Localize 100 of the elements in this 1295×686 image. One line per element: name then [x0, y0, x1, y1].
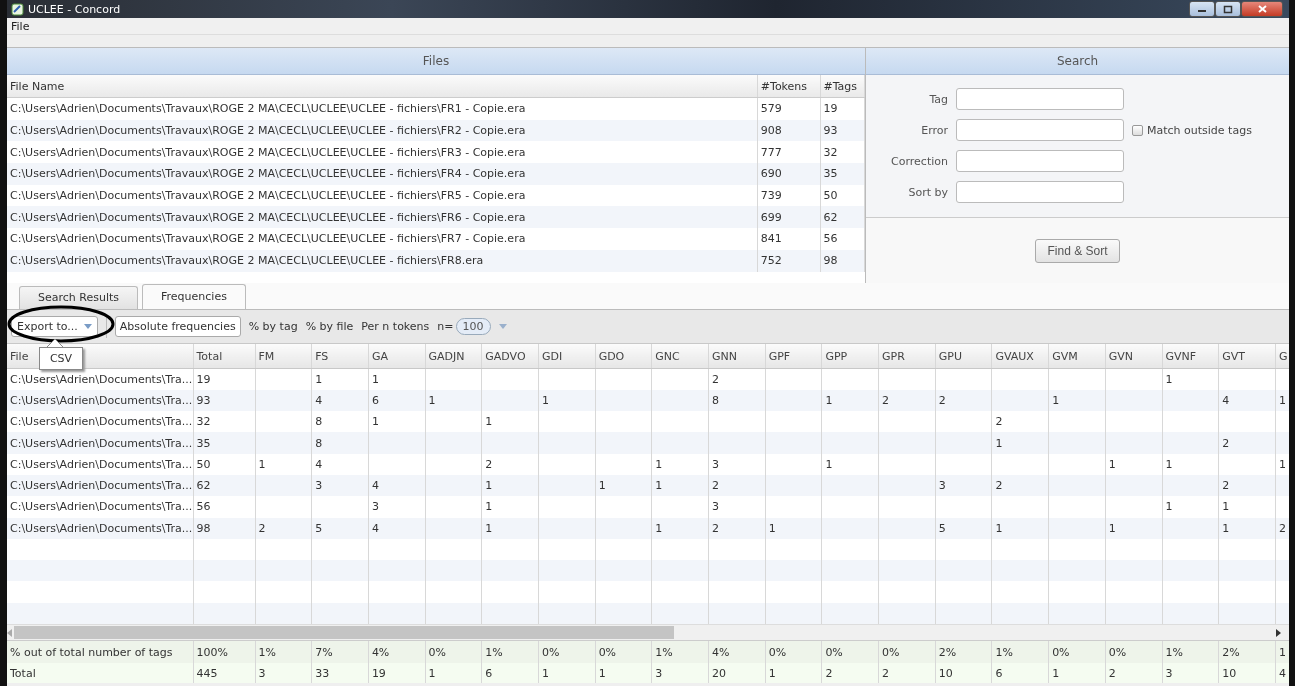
table-cell: 3 — [255, 663, 312, 684]
table-cell: 35 — [820, 163, 865, 185]
table-cell: 4 — [311, 453, 369, 475]
table-cell: 4% — [368, 641, 426, 664]
table-cell: 0% — [765, 641, 822, 664]
table-cell: 1 — [651, 517, 709, 539]
table-cell: 1% — [651, 641, 709, 664]
table-cell: 579 — [757, 97, 820, 120]
table-cell: 1% — [991, 641, 1049, 664]
table-cell: 19 — [193, 368, 255, 390]
table-cell: 5 — [311, 517, 369, 539]
table-cell: C:\Users\Adrien\Documents\Tra... — [7, 432, 193, 454]
table-cell: C:\Users\Adrien\Documents\Tra... — [7, 496, 193, 518]
table-cell: 1 — [1162, 496, 1219, 518]
n-label: n= — [437, 320, 454, 333]
field-label: Tag — [929, 92, 948, 106]
table-cell: 93 — [193, 389, 255, 412]
table-cell: 10 — [935, 663, 992, 684]
table-cell: 1 — [425, 389, 482, 412]
table-cell: 1 — [651, 475, 709, 497]
table-cell: 2 — [1105, 663, 1162, 684]
table-cell: 35 — [193, 432, 255, 454]
table-cell: 50 — [193, 453, 255, 475]
table-cell: 10 — [1218, 663, 1276, 684]
table-cell: 0% — [595, 641, 652, 664]
table-cell: 20 — [708, 663, 766, 684]
table-cell: 1 — [821, 453, 879, 475]
table-cell: 5 — [935, 517, 992, 539]
table-cell: 3 — [935, 475, 992, 497]
table-cell: 2 — [708, 475, 766, 497]
field-label: Sort by — [908, 185, 948, 199]
table-cell: 2 — [708, 368, 766, 390]
table-cell: 1 — [991, 517, 1049, 539]
table-cell: C:\Users\Adrien\Documents\Tra... — [7, 517, 193, 539]
table-cell: 2% — [1218, 641, 1276, 664]
table-cell: 1 — [991, 432, 1049, 454]
table-cell: 1 — [368, 368, 426, 390]
table-cell: 19 — [820, 97, 865, 120]
table-cell: 2 — [1218, 475, 1276, 497]
table-cell: 1 — [1105, 517, 1162, 539]
table-cell: 1 — [255, 453, 312, 475]
table-cell: 1 — [1218, 496, 1276, 518]
table-cell: 4 — [368, 517, 426, 539]
table-cell: 3 — [1162, 663, 1219, 684]
table-cell: 98 — [820, 249, 865, 272]
field-label: Error — [921, 123, 948, 137]
table-cell: 1 — [1275, 453, 1289, 475]
table-cell: C:\Users\Adrien\Documents\Travaux\ROGE 2 MA\CECL\UCLEE\UCLEE - fichiers\FR6 - Copie.era — [7, 206, 758, 229]
table-cell: 1% — [1162, 641, 1219, 664]
table-cell: 1 — [1048, 389, 1106, 412]
table-cell: 0% — [878, 641, 936, 664]
table-cell: 1 — [821, 389, 879, 412]
table-cell: 2 — [991, 475, 1049, 497]
table-cell: C:\Users\Adrien\Documents\Travaux\ROGE 2 MA\CECL\UCLEE\UCLEE - fichiers\FR1 - Copie.era — [7, 97, 758, 120]
table-cell: 1 — [765, 663, 822, 684]
table-cell: 19 — [368, 663, 426, 684]
table-cell: 98 — [193, 517, 255, 539]
table-cell: C:\Users\Adrien\Documents\Travaux\ROGE 2 MA\CECL\UCLEE\UCLEE - fichiers\FR7 - Copie.era — [7, 228, 758, 250]
table-cell: C:\Users\Adrien\Documents\Tra... — [7, 475, 193, 497]
table-cell: 1 — [311, 368, 369, 390]
table-cell: 6 — [991, 663, 1049, 684]
table-cell: C:\Users\Adrien\Documents\Travaux\ROGE 2 MA\CECL\UCLEE\UCLEE - fichiers\FR2 - Copie.era — [7, 119, 758, 142]
table-cell: 2 — [708, 517, 766, 539]
table-cell: 6 — [481, 663, 539, 684]
table-cell: 3 — [311, 475, 369, 497]
table-cell: 3 — [368, 496, 426, 518]
table-cell: 908 — [757, 119, 820, 142]
table-cell: 1 — [595, 475, 652, 497]
table-cell: 4% — [708, 641, 766, 664]
table-cell: 1% — [255, 641, 312, 664]
table-cell: C:\Users\Adrien\Documents\Travaux\ROGE 2 MA\CECL\UCLEE\UCLEE - fichiers\FR8.era — [7, 249, 758, 272]
table-cell: 1 — [538, 389, 596, 412]
table-cell: 56 — [193, 496, 255, 518]
table-cell: 1 — [1162, 453, 1219, 475]
table-cell: 1 — [481, 475, 539, 497]
table-cell: C:\Users\Adrien\Documents\Tra... — [7, 389, 193, 412]
table-cell: C:\Users\Adrien\Documents\Tra... — [7, 453, 193, 475]
table-cell: 2 — [821, 663, 879, 684]
table-cell: 2 — [935, 389, 992, 412]
table-cell: 1 — [481, 496, 539, 518]
table-cell: 3 — [651, 663, 709, 684]
table-cell: 1 — [765, 517, 822, 539]
table-cell: 2 — [481, 453, 539, 475]
table-cell: % out of total number of tags — [7, 641, 193, 664]
table-cell: 1 — [538, 663, 596, 684]
window-title: UCLEE - Concord — [28, 2, 121, 16]
table-cell: 100% — [193, 641, 255, 664]
table-cell: 1 — [651, 453, 709, 475]
table-cell: 4 — [368, 475, 426, 497]
panel-header: Files — [7, 48, 865, 75]
table-cell: 2 — [878, 389, 936, 412]
table-cell: 1 — [595, 663, 652, 684]
field-label: Correction — [891, 154, 948, 168]
table-cell: 1 — [481, 517, 539, 539]
table-cell: Total — [7, 663, 193, 684]
table-cell: 699 — [757, 206, 820, 229]
table-cell: 0% — [538, 641, 596, 664]
table-cell: 3 — [708, 453, 766, 475]
table-cell: 8 — [311, 432, 369, 454]
table-cell: 841 — [757, 228, 820, 250]
